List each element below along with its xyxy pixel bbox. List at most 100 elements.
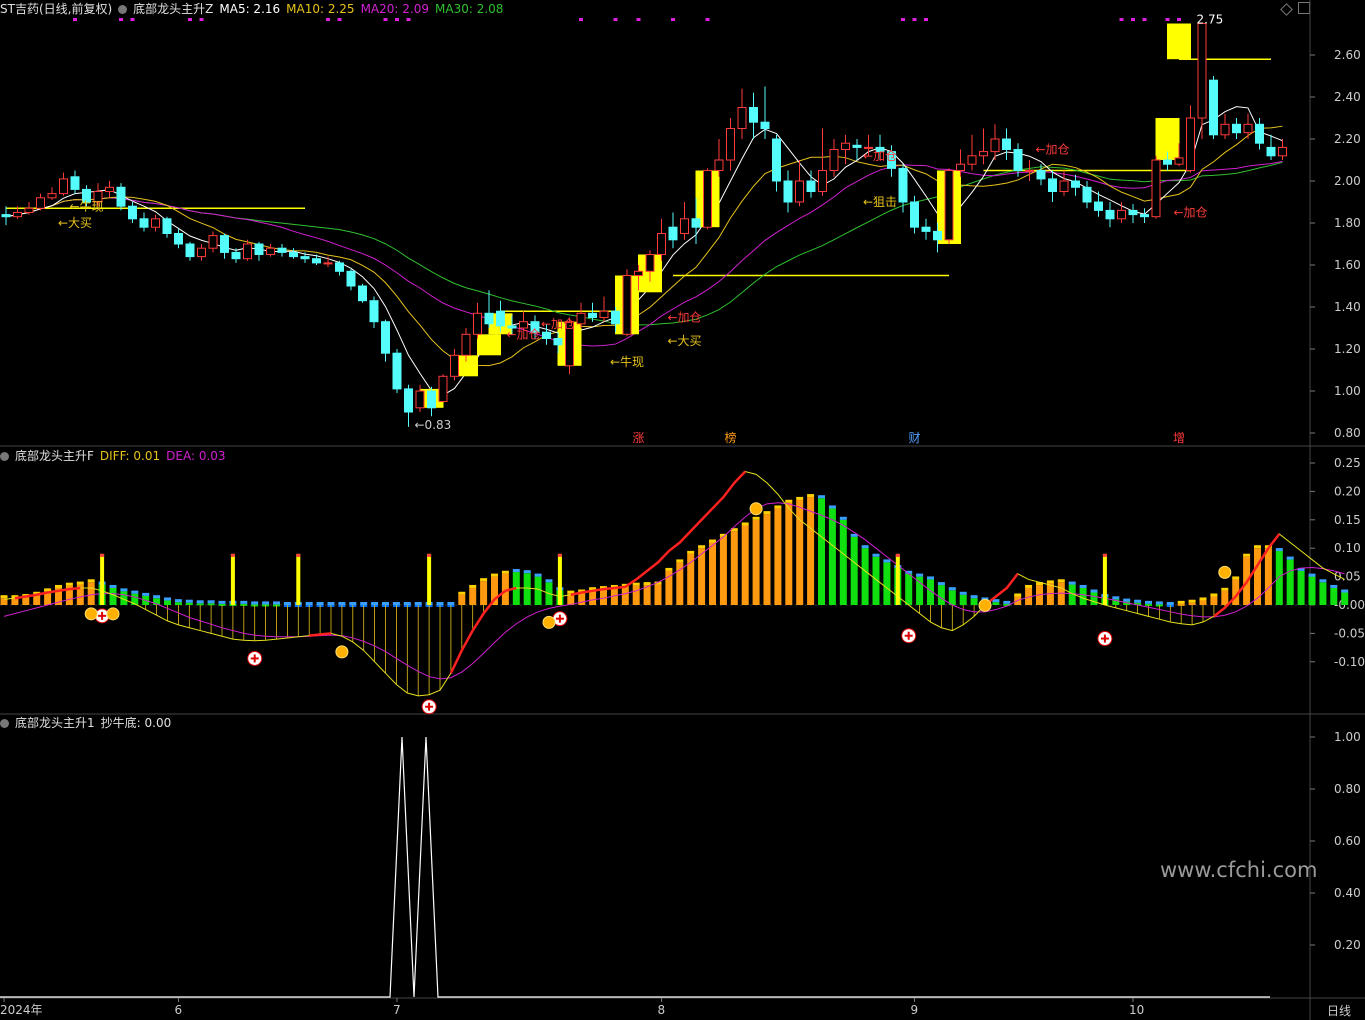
candle[interactable] xyxy=(760,121,770,129)
candle[interactable] xyxy=(1128,209,1138,216)
candle[interactable] xyxy=(967,155,977,165)
candle[interactable] xyxy=(1209,79,1218,136)
candle[interactable] xyxy=(415,390,425,409)
candle[interactable] xyxy=(749,107,758,123)
candle[interactable] xyxy=(1002,138,1011,150)
candle[interactable] xyxy=(36,197,45,209)
candle[interactable] xyxy=(1,214,11,218)
candle[interactable] xyxy=(576,312,586,325)
candle[interactable] xyxy=(1117,209,1126,220)
candle[interactable] xyxy=(599,310,609,319)
candle[interactable] xyxy=(680,218,689,235)
candle[interactable] xyxy=(312,258,321,264)
candle[interactable] xyxy=(116,186,126,207)
candle[interactable] xyxy=(369,300,379,323)
candle[interactable] xyxy=(1266,146,1276,157)
candle[interactable] xyxy=(461,333,471,356)
candle[interactable] xyxy=(346,270,356,287)
candle[interactable] xyxy=(1243,123,1253,134)
candle[interactable] xyxy=(1255,123,1264,144)
candle[interactable] xyxy=(737,107,747,129)
candle[interactable] xyxy=(1082,186,1092,203)
candle[interactable] xyxy=(358,285,367,302)
candle[interactable] xyxy=(703,170,712,228)
candle[interactable] xyxy=(979,151,988,157)
candle[interactable] xyxy=(542,331,551,340)
candle[interactable] xyxy=(944,170,954,241)
candle[interactable] xyxy=(243,243,252,260)
candle[interactable] xyxy=(185,243,195,258)
candle[interactable] xyxy=(220,235,229,253)
candle[interactable] xyxy=(289,251,298,258)
candle[interactable] xyxy=(404,388,413,413)
candle[interactable] xyxy=(496,310,505,327)
candle[interactable] xyxy=(231,251,241,260)
candle[interactable] xyxy=(174,233,183,245)
candle[interactable] xyxy=(70,176,80,190)
candle[interactable] xyxy=(139,218,149,228)
candle[interactable] xyxy=(795,180,804,203)
candle[interactable] xyxy=(128,205,137,220)
candle[interactable] xyxy=(484,312,494,325)
candle[interactable] xyxy=(1151,159,1161,218)
candle[interactable] xyxy=(59,178,68,195)
candle[interactable] xyxy=(323,262,333,265)
candle[interactable] xyxy=(151,218,160,228)
candle[interactable] xyxy=(990,138,1000,153)
candle[interactable] xyxy=(841,142,850,150)
candle[interactable] xyxy=(956,163,965,171)
candle[interactable] xyxy=(818,170,827,192)
candle[interactable] xyxy=(1105,209,1115,220)
candle[interactable] xyxy=(1174,157,1184,165)
candle[interactable] xyxy=(588,312,597,318)
candle[interactable] xyxy=(473,312,482,335)
candle[interactable] xyxy=(450,354,459,377)
candle[interactable] xyxy=(634,270,643,276)
candle[interactable] xyxy=(105,186,114,193)
candle[interactable] xyxy=(921,226,931,232)
candle[interactable] xyxy=(208,235,218,249)
candle[interactable] xyxy=(47,193,57,199)
candle[interactable] xyxy=(726,128,735,161)
candle[interactable] xyxy=(197,247,206,258)
candle[interactable] xyxy=(300,256,310,260)
candle[interactable] xyxy=(162,218,172,235)
period-label[interactable]: 日线 xyxy=(1327,1002,1351,1019)
candle[interactable] xyxy=(910,201,919,228)
candle[interactable] xyxy=(266,247,275,255)
candle[interactable] xyxy=(427,390,436,409)
candle[interactable] xyxy=(714,159,724,171)
candle[interactable] xyxy=(1036,170,1046,180)
candle[interactable] xyxy=(772,138,781,182)
candle[interactable] xyxy=(1197,23,1207,119)
candle[interactable] xyxy=(1059,180,1069,192)
candle[interactable] xyxy=(254,243,264,255)
candle[interactable] xyxy=(657,233,666,255)
candle[interactable] xyxy=(898,167,908,203)
candle[interactable] xyxy=(611,310,620,325)
candle[interactable] xyxy=(829,149,839,171)
candle[interactable] xyxy=(438,375,448,402)
candle[interactable] xyxy=(1163,159,1172,165)
candle[interactable] xyxy=(24,207,34,214)
candle[interactable] xyxy=(13,212,22,218)
candle[interactable] xyxy=(381,321,390,354)
candle[interactable] xyxy=(852,144,862,148)
candle[interactable] xyxy=(668,226,678,241)
candle[interactable] xyxy=(1025,170,1034,172)
candle[interactable] xyxy=(1186,117,1195,171)
candle[interactable] xyxy=(277,247,287,253)
candle[interactable] xyxy=(1013,149,1023,171)
candle[interactable] xyxy=(1140,214,1149,218)
candle[interactable] xyxy=(783,180,793,203)
candle[interactable] xyxy=(1071,180,1080,188)
candle[interactable] xyxy=(645,254,655,272)
candle[interactable] xyxy=(933,230,942,241)
candle[interactable] xyxy=(806,180,816,192)
candle[interactable] xyxy=(691,218,701,228)
candle[interactable] xyxy=(392,352,402,390)
candle[interactable] xyxy=(553,338,563,346)
candle[interactable] xyxy=(622,275,632,335)
candle[interactable] xyxy=(335,262,344,272)
candle[interactable] xyxy=(1094,201,1103,211)
